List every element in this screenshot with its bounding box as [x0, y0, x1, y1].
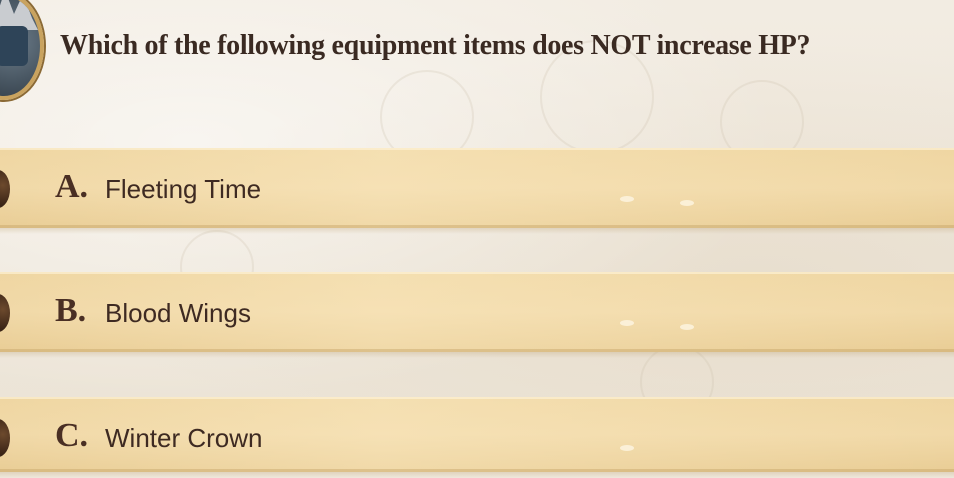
answer-option-b[interactable]: B. Blood Wings	[0, 272, 954, 358]
answer-option-c[interactable]: C. Winter Crown	[0, 397, 954, 478]
option-text: Winter Crown	[105, 423, 263, 453]
option-text: Blood Wings	[105, 298, 251, 328]
option-letter: B.	[55, 292, 87, 329]
sparkle-decoration	[680, 200, 694, 206]
answer-option-a[interactable]: A. Fleeting Time	[0, 148, 954, 234]
option-letter: C.	[55, 417, 89, 454]
sparkle-decoration	[680, 324, 694, 330]
question-header: Which of the following equipment items d…	[0, 0, 954, 132]
option-text: Fleeting Time	[105, 174, 262, 204]
option-letter: A.	[55, 168, 89, 205]
option-bullet-icon	[0, 419, 10, 457]
sparkle-decoration	[620, 445, 634, 451]
portrait-mask	[0, 26, 28, 66]
sparkle-decoration	[620, 196, 634, 202]
option-bullet-icon	[0, 294, 10, 332]
question-text: Which of the following equipment items d…	[60, 30, 811, 61]
option-bullet-icon	[0, 170, 10, 208]
sparkle-decoration	[620, 320, 634, 326]
character-portrait-icon	[0, 0, 44, 100]
